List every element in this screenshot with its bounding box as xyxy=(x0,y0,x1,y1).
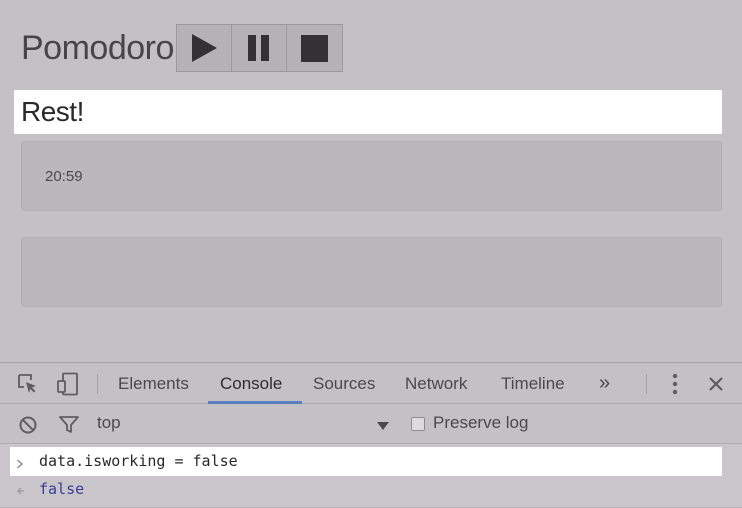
devtools-panel: Elements Console Sources Network Timelin… xyxy=(0,362,742,508)
tab-console[interactable]: Console xyxy=(218,363,284,404)
app-area: Pomodoro Rest! 20:59 xyxy=(0,0,742,362)
inspect-cursor-icon xyxy=(18,374,36,393)
clear-console-button[interactable] xyxy=(17,414,39,436)
tab-sources[interactable]: Sources xyxy=(311,363,377,404)
result-chevron-icon xyxy=(16,483,26,501)
pause-button[interactable] xyxy=(231,25,287,71)
console-input-row[interactable]: data.isworking = false xyxy=(10,447,722,476)
devtools-tabbar: Elements Console Sources Network Timelin… xyxy=(0,362,742,404)
kebab-menu-icon xyxy=(672,373,678,395)
inspect-element-button[interactable] xyxy=(16,373,40,395)
toolbar-separator xyxy=(97,374,98,394)
state-text: Rest! xyxy=(21,96,84,127)
preserve-log-checkbox[interactable] xyxy=(411,417,425,431)
filter-button[interactable] xyxy=(57,414,81,436)
preserve-log-label[interactable]: Preserve log xyxy=(433,413,528,433)
caret-down-icon xyxy=(377,422,389,430)
console-result: false xyxy=(39,480,85,498)
filter-icon xyxy=(59,416,79,433)
close-devtools-button[interactable] xyxy=(705,374,727,394)
devtools-menu-button[interactable] xyxy=(666,373,684,395)
tab-elements[interactable]: Elements xyxy=(116,363,191,404)
timer-controls xyxy=(175,24,343,72)
app-header: Pomodoro xyxy=(21,24,343,72)
context-selector[interactable]: top xyxy=(97,413,121,433)
stop-button[interactable] xyxy=(286,25,342,71)
device-mode-button[interactable] xyxy=(55,372,81,396)
console-input-text[interactable]: data.isworking = false xyxy=(39,451,238,471)
tab-timeline[interactable]: Timeline xyxy=(499,363,567,404)
timer-display: 20:59 xyxy=(45,168,83,185)
pause-icon xyxy=(247,35,269,61)
state-banner: Rest! xyxy=(14,90,722,134)
console-toolbar: top Preserve log xyxy=(0,404,742,444)
empty-panel xyxy=(21,237,722,307)
context-dropdown-arrow[interactable] xyxy=(376,418,390,436)
device-toggle-icon xyxy=(57,372,78,396)
play-button[interactable] xyxy=(176,25,232,71)
prompt-chevron-icon xyxy=(16,456,24,474)
timer-panel: 20:59 xyxy=(21,141,722,211)
more-tabs-button[interactable]: » xyxy=(597,363,612,404)
tab-network[interactable]: Network xyxy=(403,363,469,404)
stop-icon xyxy=(300,34,328,62)
toolbar-separator xyxy=(646,374,647,394)
app-title: Pomodoro xyxy=(21,29,174,67)
clear-console-icon xyxy=(19,416,37,434)
close-icon xyxy=(709,377,723,391)
play-icon xyxy=(191,34,217,62)
